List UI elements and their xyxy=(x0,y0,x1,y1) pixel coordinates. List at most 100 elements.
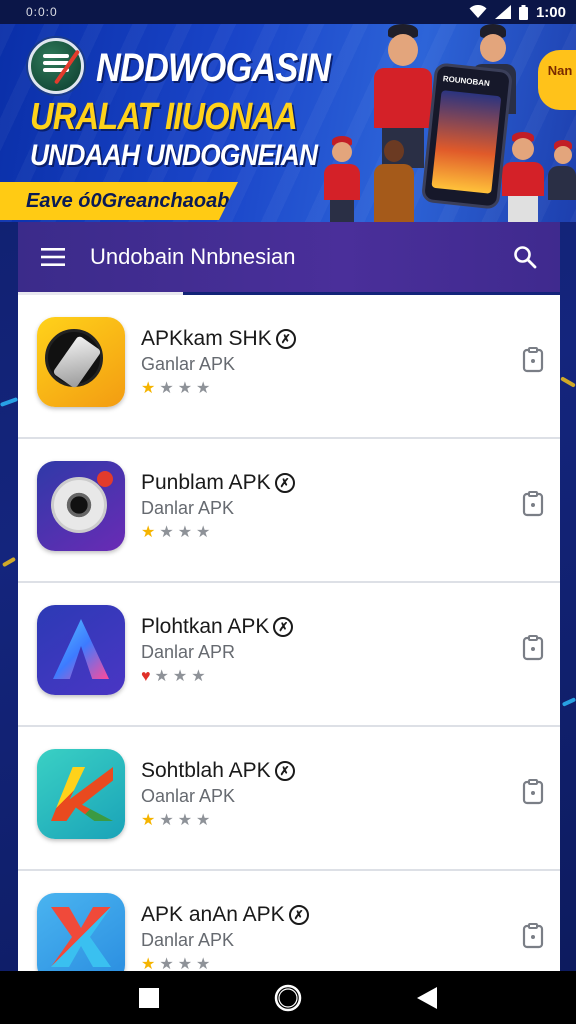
banner-ribbon: Eave ó0Greanchaoab xyxy=(0,182,238,220)
wifi-icon xyxy=(469,5,487,18)
decor-streak xyxy=(560,376,576,388)
signal-icon xyxy=(494,5,511,19)
recents-button[interactable] xyxy=(119,971,179,1024)
apk-badge-icon: ✗ xyxy=(288,905,309,925)
heart-icon: ♥ xyxy=(141,668,151,685)
download-icon[interactable] xyxy=(522,635,544,661)
app-name: Plohtkan APK xyxy=(141,615,270,638)
person-illustration xyxy=(322,136,362,222)
star-filled-icon: ★ xyxy=(141,380,156,397)
app-name: APKkam SHK xyxy=(141,327,272,350)
star-empty-icon: ★ xyxy=(159,380,174,397)
promo-banner[interactable]: NDDWOGASIN URALAT IIUONAA UNDAAH UNDOGNE… xyxy=(0,24,576,222)
app-icon[interactable] xyxy=(37,317,125,407)
app-subtitle: Danlar APR xyxy=(141,642,236,662)
person-illustration xyxy=(372,136,416,222)
search-icon[interactable] xyxy=(490,222,560,292)
banner-title: NDDWOGASIN xyxy=(96,46,331,90)
app-name: Sohtblah APK xyxy=(141,759,271,782)
app-name-row: APKkam SHK ✗ xyxy=(141,327,296,351)
person-illustration xyxy=(548,140,576,222)
star-empty-icon: ★ xyxy=(159,524,174,541)
battery-icon xyxy=(518,4,528,20)
navigation-bar xyxy=(0,971,576,1024)
app-icon[interactable] xyxy=(37,605,125,695)
back-button[interactable] xyxy=(397,971,457,1024)
download-icon[interactable] xyxy=(522,491,544,517)
star-filled-icon: ★ xyxy=(141,812,156,829)
app-subtitle: Oanlar APK xyxy=(141,786,236,806)
app-rating: ★ ★ ★ ★ xyxy=(141,379,296,399)
app-info: APK anAn APK ✗ Danlar APK ★ ★ ★ ★ xyxy=(141,903,309,971)
brand-logo-icon xyxy=(28,38,84,94)
app-rating: ★ ★ ★ ★ xyxy=(141,955,309,971)
app-icon[interactable] xyxy=(37,893,125,971)
app-subtitle: Ganlar APK xyxy=(141,354,236,374)
app-name-row: Plohtkan APK ✗ xyxy=(141,615,294,639)
phone-illustration-title: ROUNOBAN xyxy=(442,74,491,89)
app-name-row: APK anAn APK ✗ xyxy=(141,903,309,927)
apk-badge-icon: ✗ xyxy=(274,473,295,493)
star-empty-icon: ★ xyxy=(177,380,193,397)
apk-badge-icon: ✗ xyxy=(273,617,294,637)
app-info: Punblam APK ✗ Danlar APK ★ ★ ★ ★ xyxy=(141,471,295,543)
star-empty-icon: ★ xyxy=(177,524,193,541)
app-icon[interactable] xyxy=(37,749,125,839)
star-empty-icon: ★ xyxy=(159,956,174,971)
status-icons: 1:00 xyxy=(469,4,566,21)
list-item[interactable]: Punblam APK ✗ Danlar APK ★ ★ ★ ★ xyxy=(18,439,560,583)
back-icon xyxy=(416,986,437,1009)
app-info: APKkam SHK ✗ Ganlar APK ★ ★ ★ ★ xyxy=(141,327,296,399)
list-item[interactable]: APKkam SHK ✗ Ganlar APK ★ ★ ★ ★ xyxy=(18,295,560,439)
banner-subtitle-2: UNDAAH UNDOGNEIAN xyxy=(30,139,318,172)
decor-streak xyxy=(0,397,19,407)
banner-badge: Nan xyxy=(538,50,576,110)
banner-subtitle-1: URALAT IIUONAA xyxy=(30,96,298,138)
menu-icon[interactable] xyxy=(18,222,88,292)
download-icon[interactable] xyxy=(522,347,544,373)
app-rating: ★ ★ ★ ★ xyxy=(141,523,295,543)
download-icon[interactable] xyxy=(522,923,544,949)
app-info: Plohtkan APK ✗ Danlar APR ♥ ★ ★ ★ xyxy=(141,615,294,687)
app-subtitle: Danlar APK xyxy=(141,930,235,950)
star-empty-icon: ★ xyxy=(196,812,211,829)
person-illustration xyxy=(500,132,546,222)
header-title: Undobain Nnbnesian xyxy=(90,244,296,269)
star-filled-icon: ★ xyxy=(141,956,156,971)
app-name-row: Punblam APK ✗ xyxy=(141,471,295,495)
decor-streak xyxy=(561,697,576,707)
status-time: 1:00 xyxy=(535,3,566,21)
star-empty-icon: ★ xyxy=(196,956,211,971)
list-item[interactable]: Plohtkan APK ✗ Danlar APR ♥ ★ ★ ★ xyxy=(18,583,560,727)
star-empty-icon: ★ xyxy=(196,524,211,541)
home-icon xyxy=(274,984,302,1011)
decor-streak xyxy=(1,556,17,568)
app-info: Sohtblah APK ✗ Oanlar APK ★ ★ ★ ★ xyxy=(141,759,295,831)
app-name: APK anAn APK xyxy=(141,903,285,926)
app-name: Punblam APK xyxy=(141,471,271,494)
app-rating: ★ ★ ★ ★ xyxy=(141,811,295,831)
star-empty-icon: ★ xyxy=(191,668,206,685)
app-rating: ♥ ★ ★ ★ xyxy=(141,667,293,687)
star-empty-icon: ★ xyxy=(196,380,211,397)
list-item[interactable]: APK anAn APK ✗ Danlar APK ★ ★ ★ ★ xyxy=(18,871,560,971)
download-icon[interactable] xyxy=(522,779,544,805)
status-left-text: 0:0:0 xyxy=(26,5,58,19)
star-filled-icon: ★ xyxy=(141,524,156,541)
star-empty-icon: ★ xyxy=(177,812,193,829)
recents-icon xyxy=(139,987,160,1008)
star-empty-icon: ★ xyxy=(177,956,193,971)
star-empty-icon: ★ xyxy=(154,668,169,685)
app-header: Undobain Nnbnesian xyxy=(18,222,560,295)
app-subtitle: Danlar APK xyxy=(141,498,235,518)
phone-illustration: ROUNOBAN xyxy=(420,62,514,210)
app-name-row: Sohtblah APK ✗ xyxy=(141,759,295,783)
list-item[interactable]: Sohtblah APK ✗ Oanlar APK ★ ★ ★ ★ xyxy=(18,727,560,871)
home-button[interactable] xyxy=(258,971,318,1024)
app-icon[interactable] xyxy=(37,461,125,551)
app-list: APKkam SHK ✗ Ganlar APK ★ ★ ★ ★ Punblam A… xyxy=(18,295,560,971)
apk-badge-icon: ✗ xyxy=(274,761,295,781)
star-empty-icon: ★ xyxy=(159,812,174,829)
status-bar: 0:0:0 1:00 xyxy=(0,0,576,24)
apk-badge-icon: ✗ xyxy=(275,329,296,349)
